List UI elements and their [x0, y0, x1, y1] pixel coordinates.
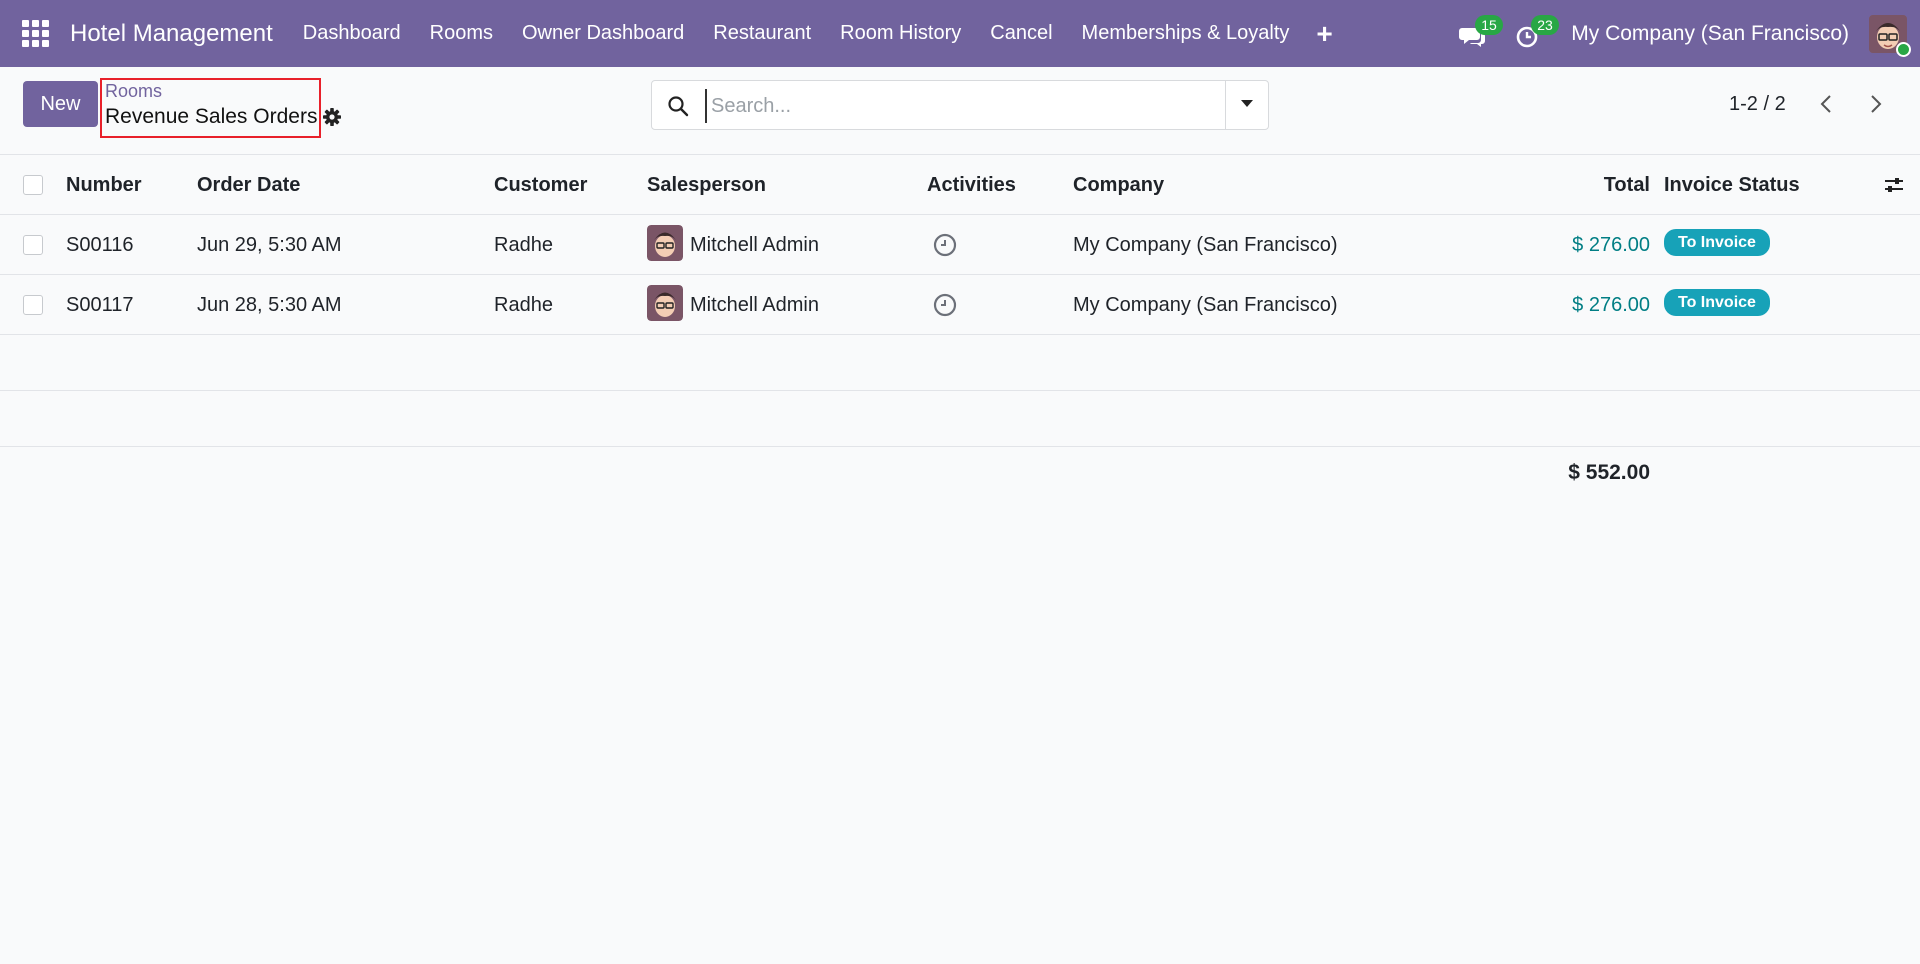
column-header-activities[interactable]: Activities	[927, 155, 1016, 215]
order-total: $ 276.00	[1572, 234, 1650, 256]
activity-clock-icon[interactable]	[932, 232, 958, 258]
main-menu: Dashboard Rooms Owner Dashboard Restaura…	[303, 19, 1333, 48]
order-date: Jun 28, 5:30 AM	[197, 294, 342, 316]
chevron-right-icon	[1871, 95, 1882, 113]
salesperson: Mitchell Admin	[647, 215, 819, 275]
select-all-checkbox[interactable]	[23, 175, 43, 195]
row-checkbox[interactable]	[23, 235, 43, 255]
column-header-salesperson[interactable]: Salesperson	[647, 155, 766, 215]
row-checkbox[interactable]	[23, 295, 43, 315]
order-date: Jun 29, 5:30 AM	[197, 234, 342, 256]
column-header-total[interactable]: Total	[1604, 155, 1650, 215]
salesperson: Mitchell Admin	[647, 275, 819, 335]
column-header-order-date[interactable]: Order Date	[197, 155, 300, 215]
pager-next-button[interactable]	[1860, 89, 1890, 119]
column-header-number[interactable]: Number	[66, 155, 142, 215]
company-switcher[interactable]: My Company (San Francisco)	[1571, 22, 1849, 46]
menu-rooms[interactable]: Rooms	[430, 22, 493, 45]
company-name: My Company (San Francisco)	[1073, 234, 1338, 256]
activity-clock-icon[interactable]	[932, 292, 958, 318]
company-name: My Company (San Francisco)	[1073, 294, 1338, 316]
search-icon	[668, 96, 689, 117]
menu-memberships-loyalty[interactable]: Memberships & Loyalty	[1082, 22, 1290, 45]
breadcrumb-parent-link[interactable]: Rooms	[105, 81, 162, 102]
activities-count-badge: 23	[1531, 14, 1559, 35]
menu-room-history[interactable]: Room History	[840, 22, 961, 45]
chevron-left-icon	[1820, 95, 1831, 113]
new-button[interactable]: New	[23, 81, 98, 127]
optional-columns-sliders-icon[interactable]	[1883, 174, 1905, 196]
order-number: S00117	[66, 294, 134, 316]
customer-name: Radhe	[494, 294, 553, 316]
online-status-dot	[1896, 41, 1911, 57]
caret-down-icon	[1241, 100, 1253, 107]
app-brand[interactable]: Hotel Management	[70, 20, 273, 48]
salesperson-name: Mitchell Admin	[690, 234, 819, 256]
order-total: $ 276.00	[1572, 294, 1650, 316]
table-row[interactable]: S00117 Jun 28, 5:30 AM Radhe Mitchell Ad…	[0, 275, 1920, 335]
activities-cell	[927, 275, 958, 335]
menu-restaurant[interactable]: Restaurant	[713, 22, 811, 45]
empty-table-row	[0, 335, 1920, 391]
empty-table-row	[0, 391, 1920, 447]
activities-cell	[927, 215, 958, 275]
app-grid-icon[interactable]	[22, 19, 50, 48]
breadcrumb: Rooms Revenue Sales Orders	[100, 78, 321, 138]
search-input[interactable]	[705, 89, 1205, 123]
salesperson-avatar	[647, 225, 683, 262]
add-menu-plus-icon[interactable]: +	[1316, 19, 1332, 48]
salesperson-avatar	[647, 285, 683, 322]
table-header-row: Number Order Date Customer Salesperson A…	[0, 155, 1920, 215]
control-panel: New Rooms Revenue Sales Orders 1-2 / 2	[0, 67, 1920, 155]
user-avatar[interactable]	[1869, 14, 1911, 57]
gear-icon[interactable]	[322, 107, 342, 127]
order-number: S00116	[66, 234, 134, 256]
invoice-status-cell: To Invoice	[1664, 275, 1770, 335]
search-box	[651, 80, 1269, 130]
customer-name: Radhe	[494, 234, 553, 256]
navbar-systray: 15 23 My Company (San Francisco)	[1459, 0, 1920, 67]
menu-owner-dashboard[interactable]: Owner Dashboard	[522, 22, 684, 45]
status-badge: To Invoice	[1664, 229, 1770, 257]
pager-previous-button[interactable]	[1812, 89, 1842, 119]
menu-dashboard[interactable]: Dashboard	[303, 22, 401, 45]
sales-orders-table: Number Order Date Customer Salesperson A…	[0, 155, 1920, 447]
invoice-status-cell: To Invoice	[1664, 215, 1770, 275]
top-navbar: Hotel Management Dashboard Rooms Owner D…	[0, 0, 1920, 67]
messages-count-badge: 15	[1475, 14, 1503, 35]
page-title: Revenue Sales Orders	[105, 105, 318, 128]
messages-button[interactable]: 15	[1459, 14, 1503, 49]
search-options-toggle[interactable]	[1225, 81, 1268, 129]
table-row[interactable]: S00116 Jun 29, 5:30 AM Radhe Mitchell Ad…	[0, 215, 1920, 275]
activities-button[interactable]: 23	[1515, 14, 1559, 49]
column-header-company[interactable]: Company	[1073, 155, 1164, 215]
column-header-customer[interactable]: Customer	[494, 155, 587, 215]
pager-value[interactable]: 1-2 / 2	[1729, 93, 1786, 116]
column-header-invoice-status[interactable]: Invoice Status	[1664, 155, 1800, 215]
menu-cancel[interactable]: Cancel	[990, 22, 1052, 45]
status-badge: To Invoice	[1664, 289, 1770, 317]
grand-total: $ 552.00	[1568, 461, 1650, 484]
salesperson-name: Mitchell Admin	[690, 294, 819, 316]
